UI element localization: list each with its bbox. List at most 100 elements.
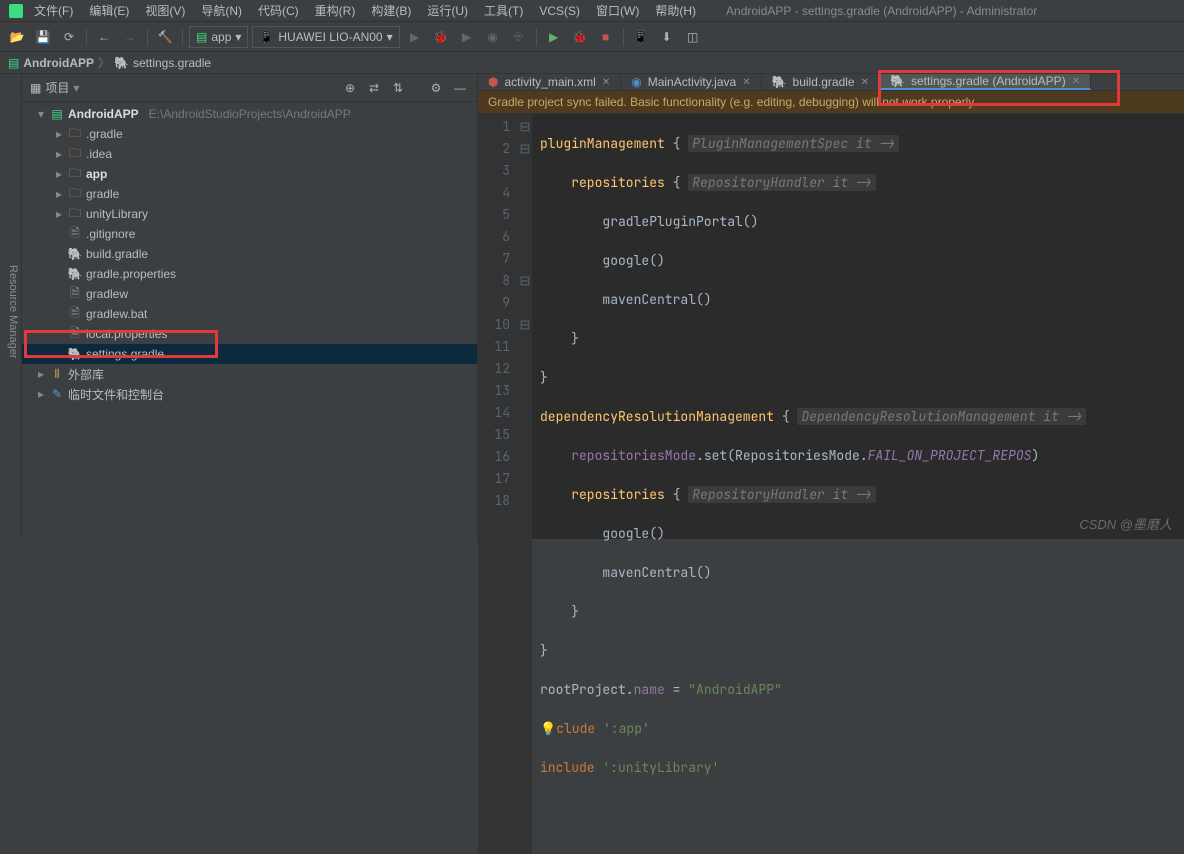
menu-view[interactable]: 视图(V) (139, 0, 191, 21)
file-icon: 🗎 (68, 224, 82, 245)
chevron-down-icon: ▾ (235, 30, 241, 44)
chevron-icon[interactable]: ▸ (54, 127, 64, 141)
close-icon[interactable]: ✕ (1072, 76, 1080, 87)
tree-row[interactable]: ▸ 🗀 .idea (22, 144, 477, 164)
settings-icon[interactable]: ⚙ (427, 79, 445, 97)
tree-label: unityLibrary (86, 207, 148, 221)
chevron-icon[interactable]: ▸ (54, 187, 64, 201)
editor-tab[interactable]: 🐘settings.gradle (AndroidAPP)✕ (880, 74, 1091, 90)
tree-label: .idea (86, 147, 112, 161)
folder-icon: 🗀 (68, 184, 82, 205)
run-icon[interactable]: ▶ (404, 26, 426, 48)
project-tree[interactable]: ▾▤AndroidAPPE:\AndroidStudioProjects\And… (22, 102, 477, 539)
breadcrumb-file[interactable]: 🐘 settings.gradle (114, 56, 211, 70)
project-icon: ▤ (8, 56, 19, 70)
hide-icon[interactable]: — (451, 79, 469, 97)
expand-icon[interactable]: ⇄ (365, 79, 383, 97)
collapse-icon[interactable]: ⇅ (389, 79, 407, 97)
chevron-icon[interactable]: ▸ (54, 207, 64, 221)
avd-icon[interactable]: 📱 (630, 26, 652, 48)
forward-icon[interactable]: → (119, 26, 141, 48)
build-icon[interactable]: 🔨 (154, 26, 176, 48)
folder-orange-icon: 🗀 (68, 144, 82, 165)
editor-tab[interactable]: ◉MainActivity.java✕ (621, 74, 761, 90)
xml-icon: ⬢ (488, 75, 498, 89)
tree-label: gradlew.bat (86, 307, 147, 321)
separator (623, 28, 624, 46)
tree-row[interactable]: 🐘build.gradle (22, 244, 477, 264)
tree-row[interactable]: ▸ 🗀 gradle (22, 184, 477, 204)
tree-row[interactable]: ▸🗀app (22, 164, 477, 184)
device-label: HUAWEI LIO-AN00 (278, 30, 382, 44)
tree-row[interactable]: ▾▤AndroidAPPE:\AndroidStudioProjects\And… (22, 104, 477, 124)
gradle-sync-warning: Gradle project sync failed. Basic functi… (478, 91, 1184, 114)
breadcrumb: ▤ AndroidAPP 〉 🐘 settings.gradle (0, 52, 1184, 74)
code-editor[interactable]: 123456789101112131415161718 ⊟⊟⊟⊟ pluginM… (478, 114, 1184, 854)
chevron-down-icon: ▾ (387, 30, 393, 44)
stop-icon[interactable]: ■ (595, 26, 617, 48)
tree-label: .gitignore (86, 227, 135, 241)
menu-code[interactable]: 代码(C) (252, 0, 305, 21)
chevron-icon[interactable]: ▸ (54, 167, 64, 181)
menu-vcs[interactable]: VCS(S) (533, 2, 586, 20)
tree-row[interactable]: 🗎local.properties (22, 324, 477, 344)
chevron-icon[interactable]: ▾ (36, 107, 46, 121)
menu-window[interactable]: 窗口(W) (590, 0, 645, 21)
close-icon[interactable]: ✕ (602, 77, 610, 88)
tree-label: gradle (86, 187, 119, 201)
debug-icon[interactable]: 🐞 (430, 26, 452, 48)
locate-icon[interactable]: ⊕ (341, 79, 359, 97)
app-logo-icon (8, 3, 24, 19)
gradle-icon: 🐘 (68, 247, 82, 261)
menu-build[interactable]: 构建(B) (365, 0, 417, 21)
phone-icon: 📱 (259, 30, 274, 44)
profile-icon[interactable]: ◉ (482, 26, 504, 48)
tree-row[interactable]: 🐘gradle.properties (22, 264, 477, 284)
chevron-down-icon[interactable]: ▾ (73, 81, 79, 95)
tree-row[interactable]: 🗎gradlew.bat (22, 304, 477, 324)
close-icon[interactable]: ✕ (742, 77, 750, 88)
tree-row[interactable]: 🐘settings.gradle (22, 344, 477, 364)
bulb-icon[interactable]: 💡 (540, 720, 556, 737)
device-selector[interactable]: 📱 HUAWEI LIO-AN00 ▾ (252, 26, 399, 48)
menu-refactor[interactable]: 重构(R) (309, 0, 362, 21)
open-icon[interactable]: 📂 (6, 26, 28, 48)
editor-tab[interactable]: 🐘build.gradle✕ (762, 74, 880, 90)
debug-with-icon[interactable]: 🐞 (569, 26, 591, 48)
tree-row[interactable]: 🗎gradlew (22, 284, 477, 304)
coverage-icon[interactable]: ▶ (456, 26, 478, 48)
chevron-icon[interactable]: ▸ (54, 147, 64, 161)
tree-label: AndroidAPP (68, 107, 139, 121)
tree-row[interactable]: 🗎 .gitignore (22, 224, 477, 244)
attach-icon[interactable]: ⎆ (508, 26, 530, 48)
editor-tabs: ⬢activity_main.xml✕◉MainActivity.java✕🐘b… (478, 74, 1184, 91)
tree-row[interactable]: ▸⫴外部库 (22, 364, 477, 384)
tree-row[interactable]: ▸✎临时文件和控制台 (22, 384, 477, 404)
fold-gutter[interactable]: ⊟⊟⊟⊟ (518, 114, 532, 854)
menu-edit[interactable]: 编辑(E) (83, 0, 135, 21)
code-lines[interactable]: pluginManagement { PluginManagementSpec … (532, 114, 1184, 854)
breadcrumb-project[interactable]: ▤ AndroidAPP (8, 56, 94, 70)
save-icon[interactable]: 💾 (32, 26, 54, 48)
editor-area: ⬢activity_main.xml✕◉MainActivity.java✕🐘b… (478, 74, 1184, 539)
sync-icon[interactable]: ⟳ (58, 26, 80, 48)
file-icon: 🗎 (68, 324, 82, 345)
run-config-selector[interactable]: ▤ app ▾ (189, 26, 248, 48)
menu-file[interactable]: 文件(F) (28, 0, 79, 21)
tree-row[interactable]: ▸🗀.gradle (22, 124, 477, 144)
run-with-icon[interactable]: ▶ (543, 26, 565, 48)
gradle-icon: 🐘 (68, 267, 82, 281)
back-icon[interactable]: ← (93, 26, 115, 48)
editor-tab[interactable]: ⬢activity_main.xml✕ (478, 74, 621, 90)
chevron-icon[interactable]: ▸ (36, 367, 46, 381)
close-icon[interactable]: ✕ (861, 77, 869, 88)
tree-row[interactable]: ▸🗀unityLibrary (22, 204, 477, 224)
menu-help[interactable]: 帮助(H) (649, 0, 702, 21)
menu-run[interactable]: 运行(U) (421, 0, 474, 21)
menu-navigate[interactable]: 导航(N) (195, 0, 248, 21)
sdk-icon[interactable]: ⬇ (656, 26, 678, 48)
layout-inspector-icon[interactable]: ◫ (682, 26, 704, 48)
menu-tools[interactable]: 工具(T) (478, 0, 529, 21)
tool-resource-manager[interactable]: Resource Manager (5, 261, 21, 363)
chevron-icon[interactable]: ▸ (36, 387, 46, 401)
